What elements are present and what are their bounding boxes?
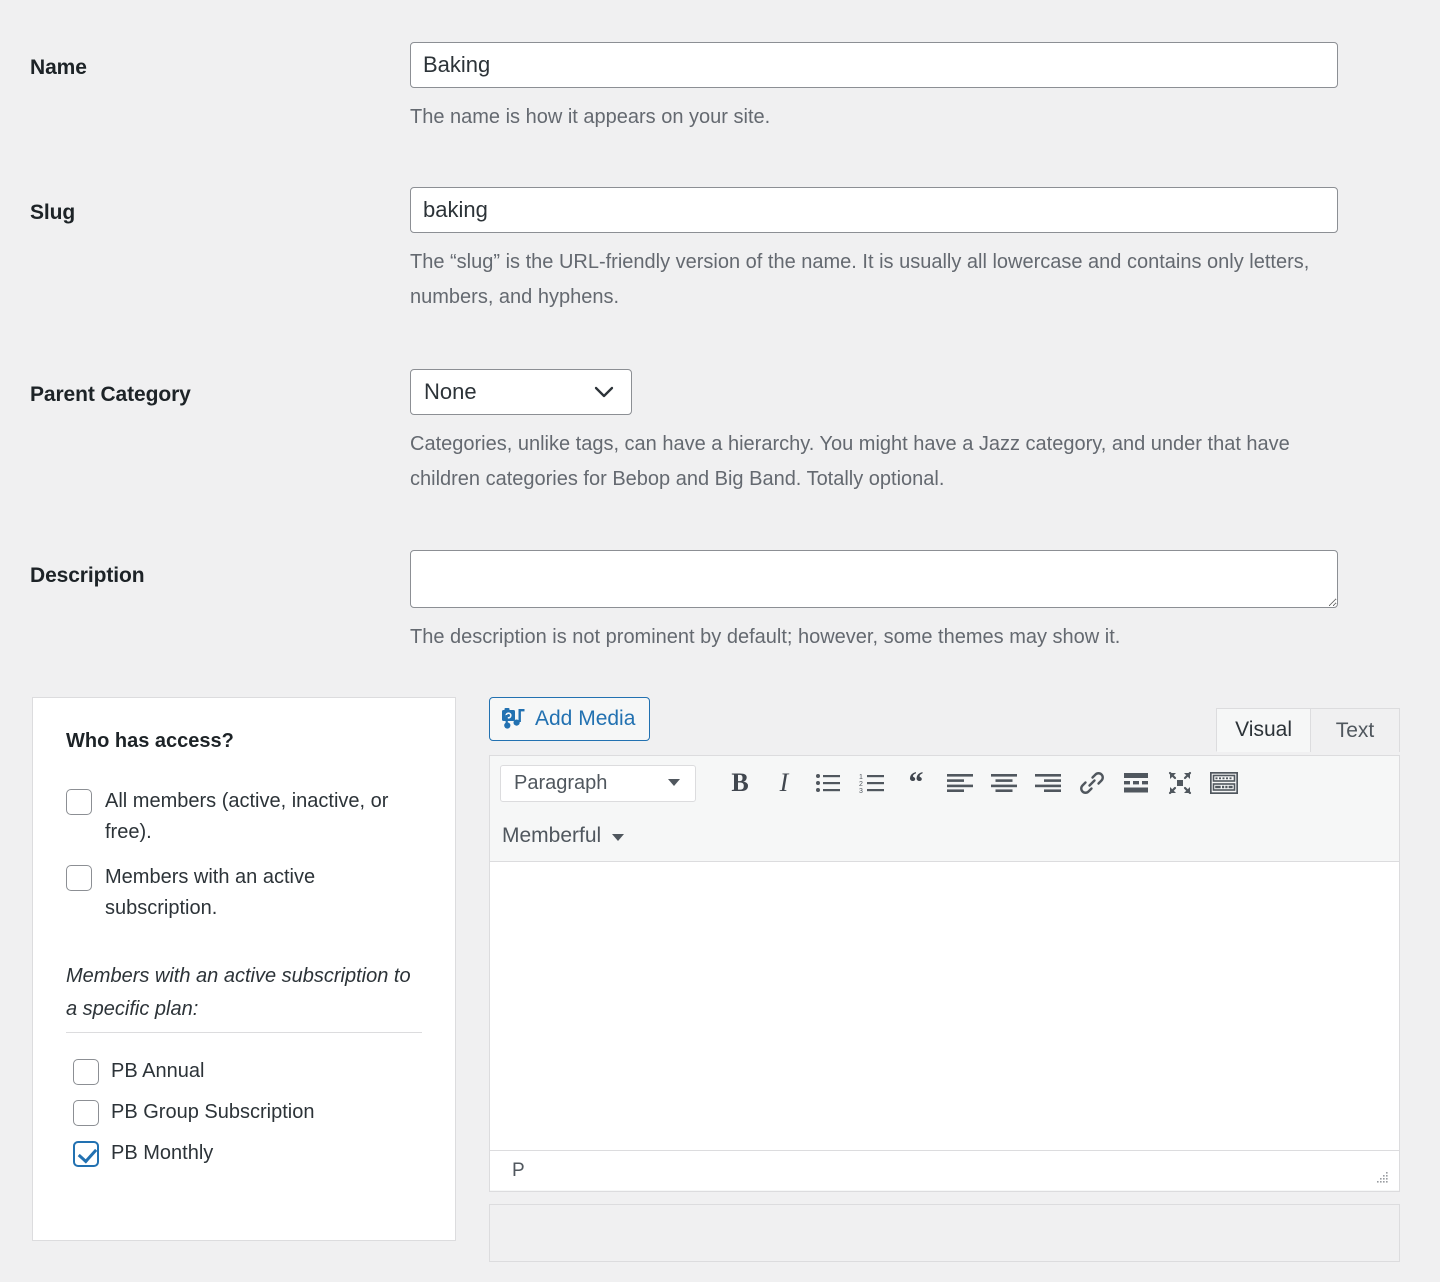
parent-category-select[interactable]: None [410, 369, 632, 415]
checkbox-label: PB Group Subscription [111, 1100, 315, 1123]
format-select-value: Paragraph [514, 771, 608, 794]
align-center-button[interactable] [982, 762, 1026, 804]
numbered-list-button[interactable]: 1 2 3 [850, 762, 894, 804]
plan-checkbox-list: PB Annual PB Group Subscription PB Month… [73, 1056, 433, 1179]
italic-button[interactable]: I [762, 762, 806, 804]
checkbox-active-subscription[interactable]: Members with an active subscription. [66, 862, 426, 924]
editor-status-bar: P [490, 1150, 1399, 1190]
bulleted-list-icon [815, 773, 841, 793]
name-help-text: The name is how it appears on your site. [410, 106, 771, 128]
checkbox-pb-annual[interactable]: PB Annual [73, 1056, 433, 1085]
label-parent-category: Parent Category [30, 383, 191, 406]
svg-text:2: 2 [859, 781, 863, 788]
bold-button[interactable]: B [718, 762, 762, 804]
tab-visual[interactable]: Visual [1216, 708, 1311, 752]
align-right-button[interactable] [1026, 762, 1070, 804]
media-icon [502, 708, 526, 730]
slug-help-text: The “slug” is the URL-friendly version o… [410, 251, 1310, 308]
description-help-text: The description is not prominent by defa… [410, 626, 1121, 648]
checkbox-all-members[interactable]: All members (active, inactive, or free). [66, 786, 426, 848]
bulleted-list-button[interactable] [806, 762, 850, 804]
label-description: Description [30, 564, 145, 587]
keyboard-toolbar-toggle-icon [1210, 772, 1238, 794]
label-name: Name [30, 56, 87, 79]
blockquote-button[interactable]: “ [894, 762, 938, 804]
parent-category-selected-value: None [424, 379, 477, 404]
align-right-icon [1035, 774, 1061, 792]
access-panel: Who has access? All members (active, ina… [32, 697, 456, 1241]
read-more-icon [1123, 773, 1149, 793]
divider [66, 1032, 422, 1033]
checkbox-label: PB Monthly [111, 1141, 214, 1164]
bold-icon: B [731, 768, 749, 797]
toolbar-toggle-button[interactable] [1202, 762, 1246, 804]
fullscreen-button[interactable] [1158, 762, 1202, 804]
align-left-button[interactable] [938, 762, 982, 804]
svg-text:3: 3 [859, 788, 863, 793]
numbered-list-icon: 1 2 3 [859, 773, 885, 793]
checkbox-icon[interactable] [66, 865, 92, 891]
chevron-down-icon [611, 824, 625, 848]
checkbox-label: All members (active, inactive, or free). [105, 790, 389, 843]
checkbox-checked-icon[interactable] [73, 1141, 99, 1167]
checkbox-label: PB Annual [111, 1059, 205, 1082]
blockquote-icon: “ [908, 766, 924, 799]
element-path: P [512, 1159, 525, 1181]
content-editor: Add Media Visual Text Paragraph B I 1 2 … [489, 697, 1400, 1262]
add-media-label: Add Media [535, 707, 636, 730]
label-slug: Slug [30, 201, 76, 224]
add-media-button[interactable]: Add Media [489, 697, 651, 741]
align-center-icon [991, 774, 1017, 792]
name-input[interactable] [410, 42, 1338, 88]
checkbox-pb-group-subscription[interactable]: PB Group Subscription [73, 1097, 433, 1126]
resize-handle[interactable] [1375, 1170, 1389, 1184]
plan-section-note: Members with an active subscription to a… [66, 965, 411, 1020]
editor-footer-area [489, 1204, 1400, 1262]
fullscreen-icon [1167, 770, 1193, 796]
slug-input[interactable] [410, 187, 1338, 233]
tab-text[interactable]: Text [1310, 708, 1400, 752]
chevron-down-icon [667, 774, 681, 792]
checkbox-icon[interactable] [66, 789, 92, 815]
align-left-icon [947, 774, 973, 792]
editor-toolbar-row-2: Memberful [490, 810, 1399, 862]
description-textarea[interactable] [410, 550, 1338, 608]
memberful-dropdown-button[interactable]: Memberful [502, 824, 625, 848]
checkbox-pb-monthly[interactable]: PB Monthly [73, 1138, 433, 1167]
editor-toolbar-row-1: Paragraph B I 1 2 3 “ [490, 756, 1399, 810]
memberful-label: Memberful [502, 823, 602, 847]
checkbox-icon[interactable] [73, 1059, 99, 1085]
access-panel-title: Who has access? [66, 730, 234, 752]
italic-icon: I [779, 768, 789, 797]
checkbox-icon[interactable] [73, 1100, 99, 1126]
svg-text:1: 1 [859, 774, 863, 781]
insert-link-button[interactable] [1070, 762, 1114, 804]
read-more-button[interactable] [1114, 762, 1158, 804]
parent-category-help-text: Categories, unlike tags, can have a hier… [410, 433, 1290, 490]
editor-content-area[interactable] [490, 862, 1399, 1150]
editor-tabs: Visual Text [1216, 708, 1400, 752]
link-icon [1079, 770, 1105, 796]
editor-container: Paragraph B I 1 2 3 “ Memberful P [489, 755, 1400, 1192]
format-select[interactable]: Paragraph [500, 764, 696, 802]
access-options-list: All members (active, inactive, or free).… [66, 786, 426, 938]
chevron-down-icon [593, 381, 615, 403]
checkbox-label: Members with an active subscription. [105, 866, 316, 919]
